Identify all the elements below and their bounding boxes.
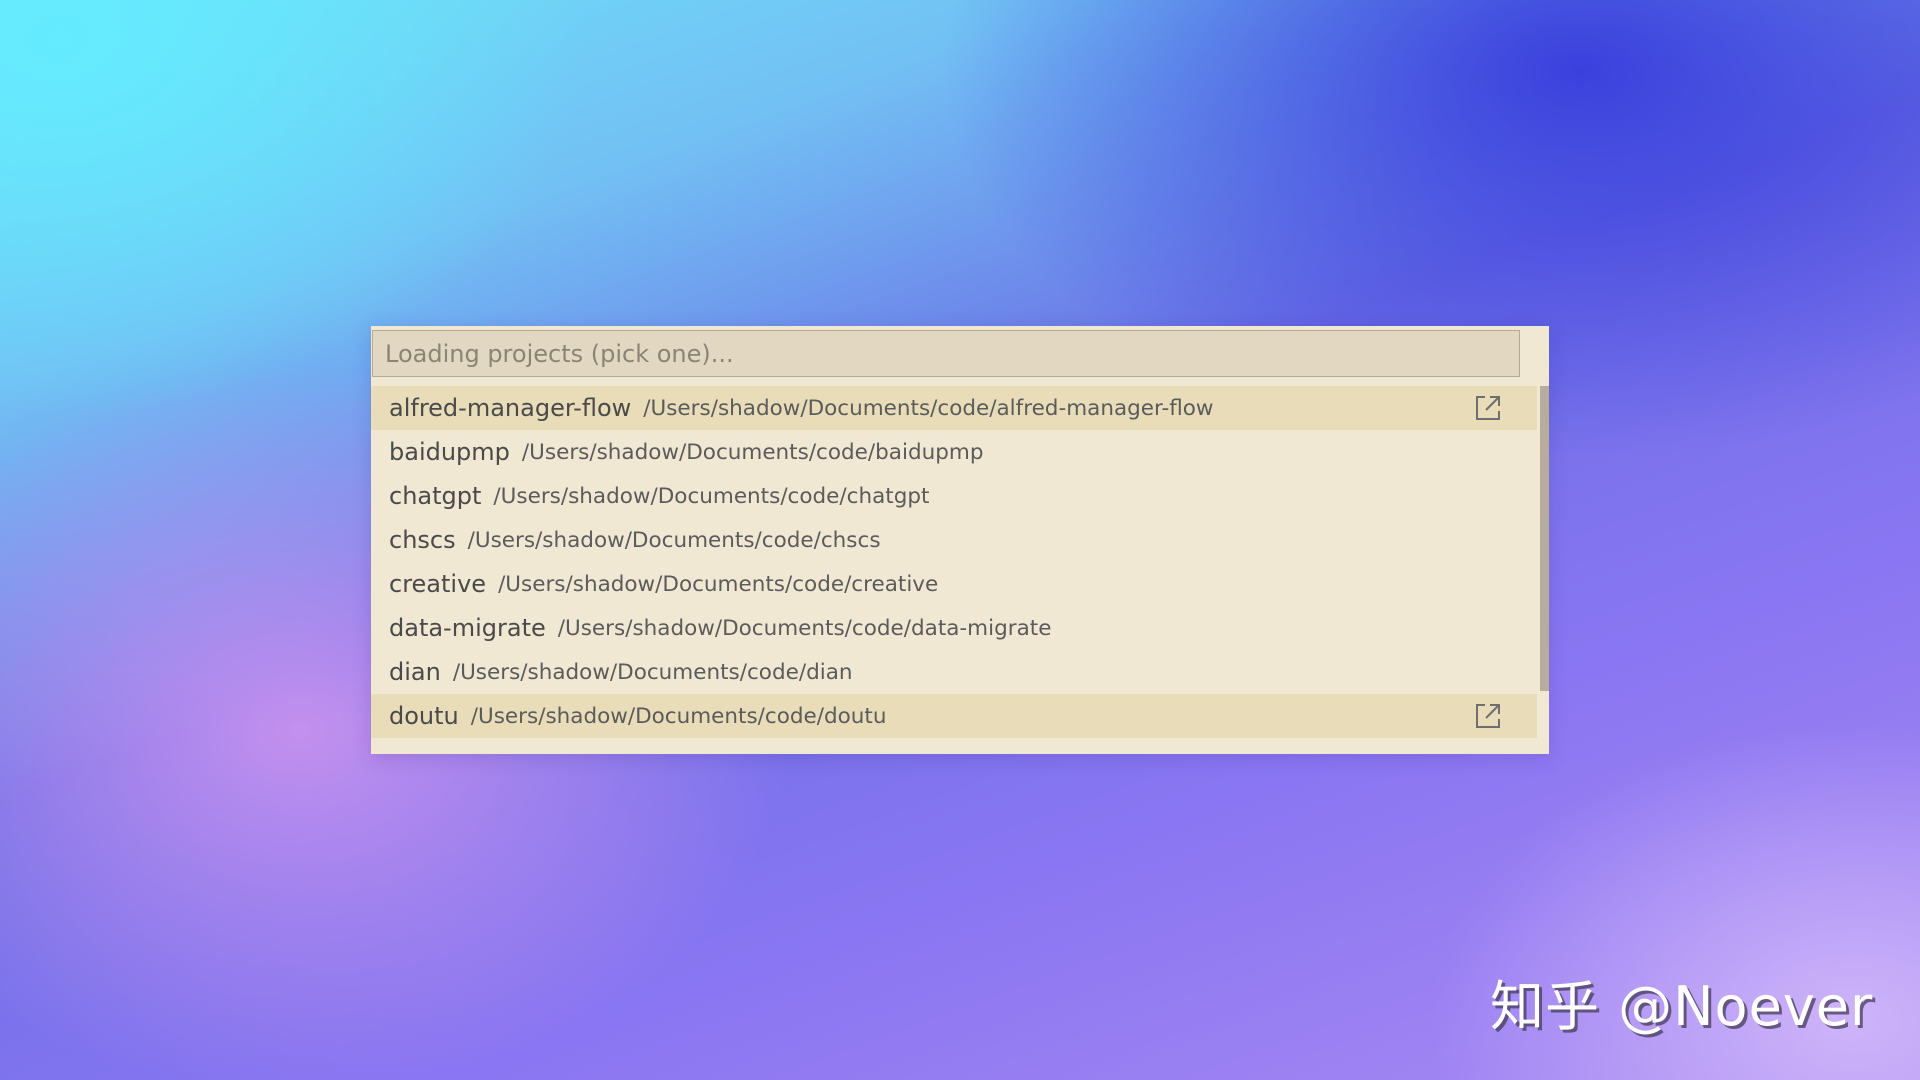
project-path: /Users/shadow/Documents/code/alfred-mana… xyxy=(643,395,1214,421)
project-item-dian[interactable]: dian /Users/shadow/Documents/code/dian xyxy=(371,650,1537,694)
project-item-chscs[interactable]: chscs /Users/shadow/Documents/code/chscs xyxy=(371,518,1537,562)
project-item-creative[interactable]: creative /Users/shadow/Documents/code/cr… xyxy=(371,562,1537,606)
open-in-new-window-icon[interactable] xyxy=(1473,393,1503,423)
project-item-doutu[interactable]: doutu /Users/shadow/Documents/code/doutu xyxy=(371,694,1537,738)
project-name: baidupmp xyxy=(389,438,510,466)
watermark: 知乎 @Noever xyxy=(1490,975,1874,1038)
project-name: dian xyxy=(389,658,441,686)
project-path: /Users/shadow/Documents/code/creative xyxy=(498,571,939,597)
project-path: /Users/shadow/Documents/code/dian xyxy=(452,659,853,685)
project-item-alfred-manager-flow[interactable]: alfred-manager-flow /Users/shadow/Docume… xyxy=(371,386,1537,430)
project-list: alfred-manager-flow /Users/shadow/Docume… xyxy=(371,386,1537,738)
scrollbar-thumb[interactable] xyxy=(1540,386,1549,691)
project-name: creative xyxy=(389,570,487,598)
scrollbar[interactable] xyxy=(1537,386,1549,754)
project-name: data-migrate xyxy=(389,614,546,642)
open-in-new-window-icon[interactable] xyxy=(1473,701,1503,731)
project-path: /Users/shadow/Documents/code/chatgpt xyxy=(493,483,930,509)
search-input[interactable] xyxy=(372,330,1520,377)
project-path: /Users/shadow/Documents/code/baidupmp xyxy=(521,439,984,465)
project-name: doutu xyxy=(389,702,459,730)
project-picker: alfred-manager-flow /Users/shadow/Docume… xyxy=(371,326,1549,754)
project-name: chscs xyxy=(389,526,456,554)
project-path: /Users/shadow/Documents/code/data-migrat… xyxy=(557,615,1052,641)
project-item-chatgpt[interactable]: chatgpt /Users/shadow/Documents/code/cha… xyxy=(371,474,1537,518)
project-item-baidupmp[interactable]: baidupmp /Users/shadow/Documents/code/ba… xyxy=(371,430,1537,474)
project-path: /Users/shadow/Documents/code/chscs xyxy=(467,527,881,553)
project-name: chatgpt xyxy=(389,482,482,510)
project-name: alfred-manager-flow xyxy=(389,394,632,422)
project-item-data-migrate[interactable]: data-migrate /Users/shadow/Documents/cod… xyxy=(371,606,1537,650)
project-path: /Users/shadow/Documents/code/doutu xyxy=(470,703,887,729)
